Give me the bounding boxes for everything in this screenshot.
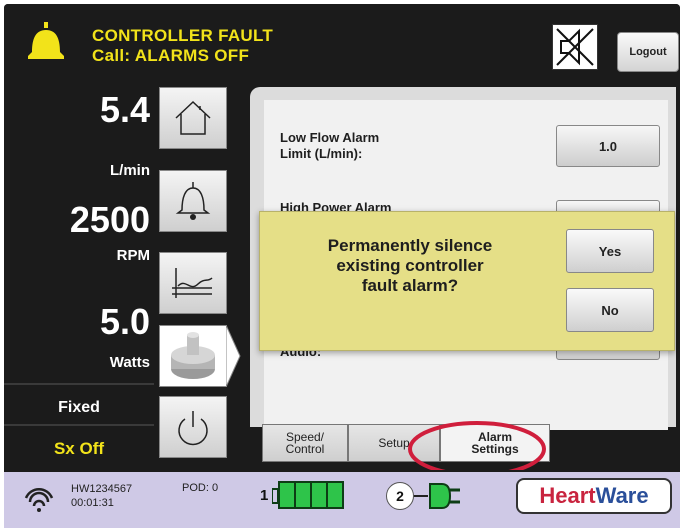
dialog-message: Permanently silence existing controller …: [290, 236, 530, 296]
heartware-logo: Heart Ware: [516, 478, 672, 514]
readout-column: 5.4 L/min 2500 RPM 5.0 Watts Fixed Sx Of…: [4, 86, 154, 458]
mode-label: Fixed: [58, 399, 100, 416]
power-value: 5.0: [99, 301, 150, 342]
low-flow-value-button[interactable]: 1.0: [556, 125, 660, 167]
status-footer: HW1234567 00:01:31 POD: 0 1 2 Heart Ware: [4, 470, 680, 528]
trends-button[interactable]: [159, 252, 227, 314]
status-label: Sx Off: [53, 439, 105, 458]
no-button[interactable]: No: [566, 288, 654, 332]
wireless-icon: [24, 488, 54, 512]
home-button[interactable]: [159, 87, 227, 149]
tab-speed-control[interactable]: Speed/Control: [262, 424, 348, 462]
pod-label: POD: 0: [182, 482, 219, 494]
pump-button[interactable]: [159, 325, 227, 387]
low-flow-label-line-1: Low Flow Alarm: [280, 130, 380, 145]
logo-heart: Heart: [539, 483, 596, 508]
home-icon: [175, 100, 211, 135]
divider: [4, 424, 154, 426]
speaker-muted-icon: [556, 28, 594, 66]
ac-plug-icon: [414, 483, 460, 509]
elapsed-time: 00:01:31: [71, 497, 114, 509]
alarm-bell-icon: [28, 22, 64, 59]
alarm-message: CONTROLLER FAULT Call: ALARMS OFF: [92, 26, 273, 66]
controller-screen: CONTROLLER FAULT Call: ALARMS OFF Logout…: [4, 4, 680, 526]
logo-ware: Ware: [595, 483, 649, 508]
dialog-line-3: fault alarm?: [361, 276, 459, 295]
battery-cell: [326, 481, 344, 509]
power-button[interactable]: [159, 396, 227, 458]
speed-value: 2500: [69, 199, 150, 240]
alarm-line-2: Call: ALARMS OFF: [92, 46, 250, 65]
battery-1-label: 1: [260, 487, 269, 504]
alarms-button[interactable]: [159, 170, 227, 232]
pump-icon: [171, 332, 215, 379]
bell-icon: [175, 182, 211, 220]
power-icon: [178, 411, 208, 446]
alarm-header: CONTROLLER FAULT Call: ALARMS OFF Logout: [4, 4, 680, 84]
speaker-muted-button[interactable]: [552, 24, 598, 70]
trend-icon: [172, 268, 213, 298]
tab-speed-line-2: Control: [285, 442, 325, 456]
low-flow-label: Low Flow Alarm Limit (L/min):: [280, 130, 379, 162]
battery-2-label: 2: [386, 482, 414, 510]
yes-button[interactable]: Yes: [566, 229, 654, 273]
serial-number: HW1234567: [71, 483, 133, 495]
confirm-dialog: Permanently silence existing controller …: [259, 211, 675, 351]
flow-unit: L/min: [110, 162, 150, 179]
dialog-line-1: Permanently silence: [327, 236, 493, 255]
power-unit: Watts: [109, 354, 150, 371]
pump-selected-arrow-icon: [226, 325, 241, 387]
device-info: HW1234567 00:01:31: [71, 482, 132, 510]
alarm-line-1: CONTROLLER FAULT: [92, 26, 274, 45]
logout-button[interactable]: Logout: [617, 32, 679, 72]
tab-setup-label: Setup: [378, 436, 410, 450]
battery-1-gauge: [272, 481, 358, 511]
low-flow-label-line-2: Limit (L/min):: [280, 146, 363, 161]
divider: [4, 383, 154, 385]
dialog-line-2: existing controller: [336, 256, 484, 275]
flow-value: 5.4: [99, 89, 150, 130]
speed-unit: RPM: [116, 247, 150, 264]
